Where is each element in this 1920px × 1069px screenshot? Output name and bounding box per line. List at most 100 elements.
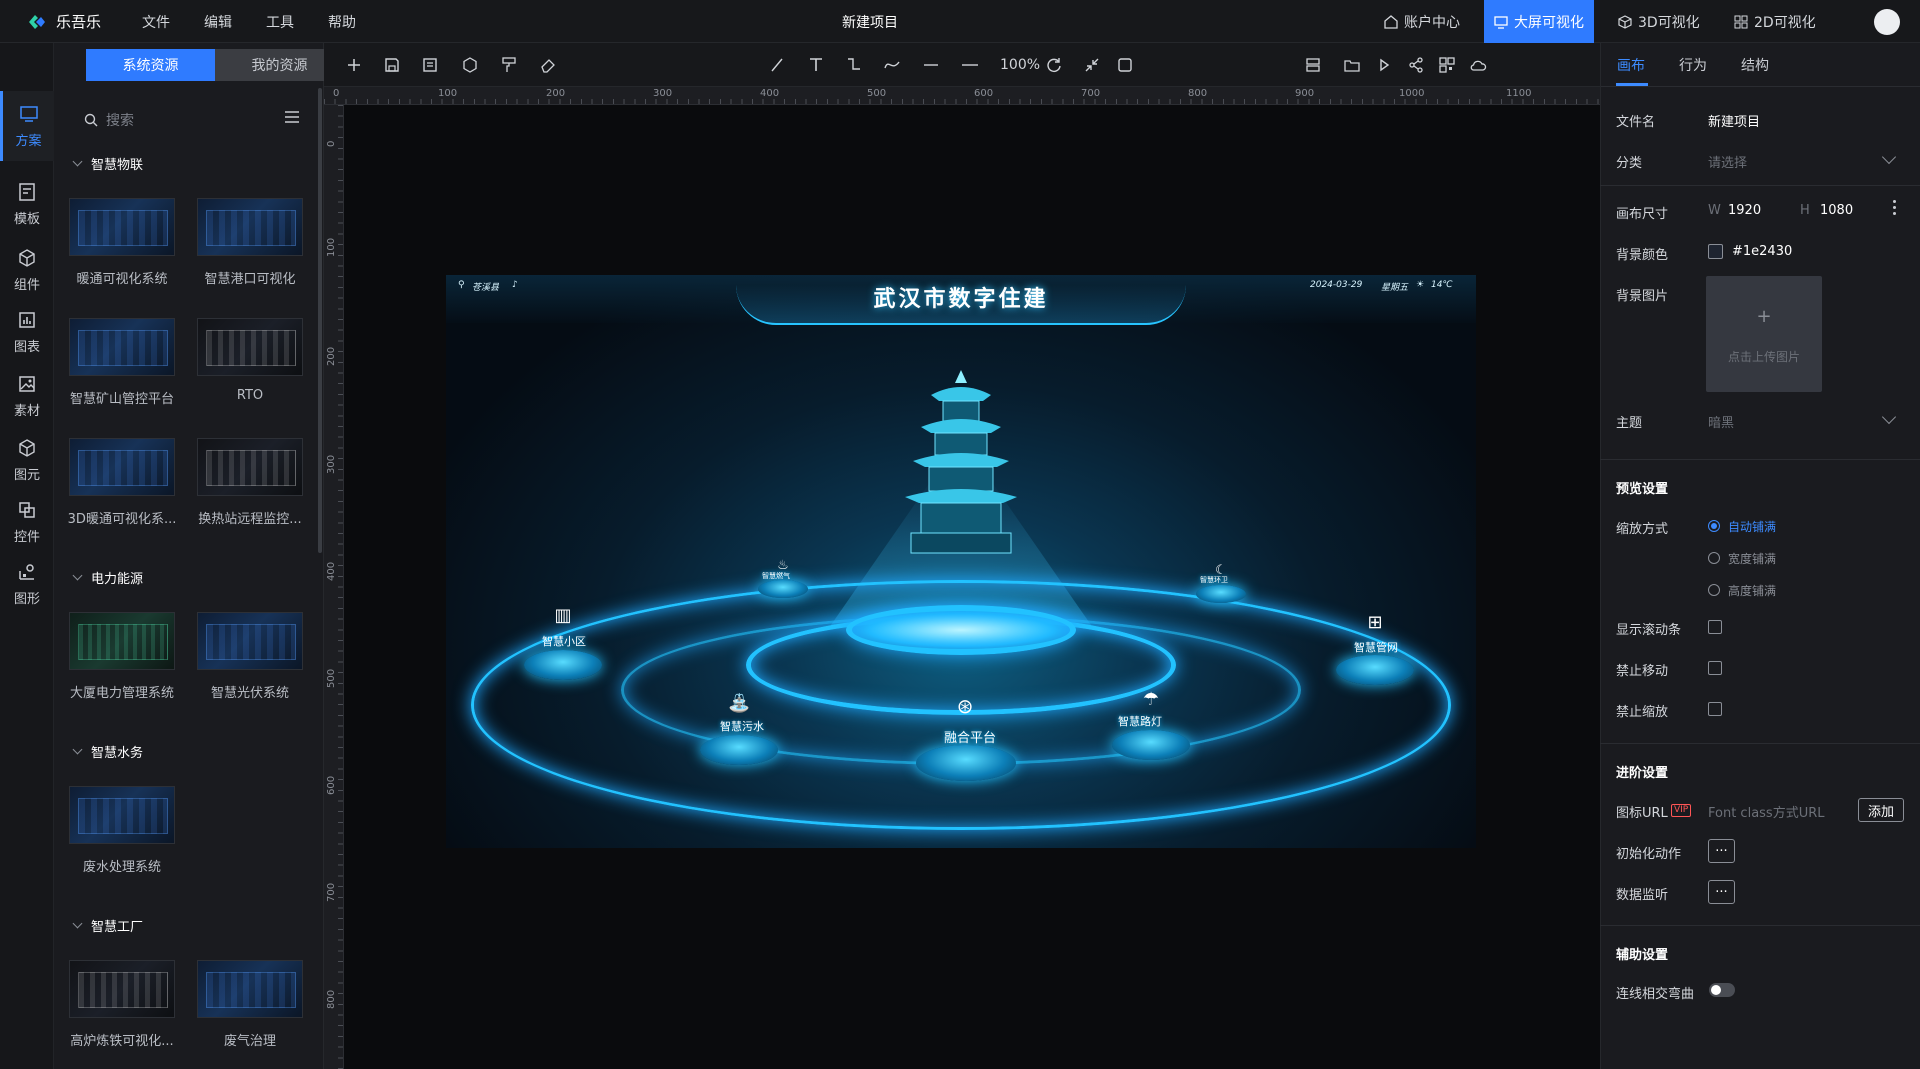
- fit-button[interactable]: [1082, 55, 1102, 75]
- group-header-iot[interactable]: 智慧物联: [72, 154, 143, 173]
- node-smart-sewage[interactable]: [700, 735, 778, 765]
- template-thumb-blast-furnace[interactable]: [69, 960, 175, 1018]
- template-thumb-exhaust-gas[interactable]: [197, 960, 303, 1018]
- qrcode-button[interactable]: [1437, 55, 1457, 75]
- resource-search[interactable]: 搜索: [84, 110, 134, 130]
- rail-item-shape[interactable]: 图形: [0, 549, 54, 619]
- tab-behavior[interactable]: 行为: [1679, 55, 1707, 75]
- divider: [1600, 459, 1920, 460]
- template-thumb-wastewater[interactable]: [69, 786, 175, 844]
- show-scrollbar-checkbox[interactable]: [1708, 620, 1722, 634]
- template-thumb-hvac[interactable]: [69, 198, 175, 256]
- eraser-button[interactable]: [538, 55, 558, 75]
- radio-width-fill[interactable]: [1708, 552, 1720, 564]
- curve-tool-button[interactable]: [882, 55, 902, 75]
- file-button[interactable]: [420, 55, 440, 75]
- rail-label-template: 模板: [13, 211, 40, 227]
- properties-tabs: 画布 行为 结构: [1601, 43, 1920, 87]
- pipe-icon: ⊞: [1367, 612, 1383, 633]
- bg-image-upload[interactable]: + 点击上传图片: [1706, 276, 1822, 392]
- node-smart-pipe-network[interactable]: [1336, 655, 1414, 685]
- format-painter-button[interactable]: [499, 55, 519, 75]
- tab-system-resources[interactable]: 系统资源: [86, 49, 215, 81]
- template-thumb-port[interactable]: [197, 198, 303, 256]
- radio-auto-fill[interactable]: [1708, 520, 1720, 532]
- share-button[interactable]: [1406, 55, 1426, 75]
- category-select[interactable]: 请选择: [1708, 152, 1747, 171]
- init-action-button[interactable]: ···: [1708, 839, 1735, 863]
- group-header-energy[interactable]: 电力能源: [72, 568, 143, 587]
- canvas-height-input[interactable]: 1080: [1820, 203, 1853, 218]
- more-vertical-icon[interactable]: [1893, 200, 1897, 216]
- rail-item-component[interactable]: 组件: [0, 235, 54, 305]
- template-thumb-rto[interactable]: [197, 318, 303, 376]
- dashboard-preview[interactable]: 武汉市数字住建 ⚲ 苍溪县 ♪ 2024-03-29 星期五 ☀ 14℃ ▥ 智…: [446, 275, 1476, 848]
- rail-item-template[interactable]: 模板: [0, 169, 54, 239]
- text-tool-button[interactable]: [806, 55, 826, 75]
- bg-color-value[interactable]: #1e2430: [1732, 244, 1792, 259]
- template-thumb-3d-hvac[interactable]: [69, 438, 175, 496]
- node-smart-gas[interactable]: [758, 580, 808, 598]
- canvas-width-input[interactable]: 1920: [1728, 203, 1761, 218]
- disable-zoom-checkbox[interactable]: [1708, 702, 1722, 716]
- template-thumb-building-power[interactable]: [69, 612, 175, 670]
- file-name-field[interactable]: 新建项目: [1708, 111, 1760, 130]
- tab-structure[interactable]: 结构: [1741, 55, 1769, 75]
- logo[interactable]: 乐吾乐: [26, 0, 101, 43]
- format-painter-icon: [502, 57, 516, 72]
- big-screen-link[interactable]: 大屏可视化: [1484, 0, 1594, 43]
- radio-height-fill[interactable]: [1708, 584, 1720, 596]
- line-style-dash-button[interactable]: [960, 55, 980, 75]
- menu-help[interactable]: 帮助: [328, 12, 356, 32]
- layers-button[interactable]: [1303, 55, 1323, 75]
- line-tool-button[interactable]: [767, 55, 787, 75]
- line-cross-toggle[interactable]: [1709, 983, 1735, 997]
- add-button[interactable]: [344, 55, 364, 75]
- template-thumb-heat-station[interactable]: [197, 438, 303, 496]
- rail-item-chart[interactable]: 图表: [0, 297, 54, 367]
- template-thumb-mine[interactable]: [69, 318, 175, 376]
- document-title[interactable]: 新建项目: [842, 12, 898, 32]
- refresh-button[interactable]: [1044, 55, 1064, 75]
- node-fusion-platform[interactable]: [916, 745, 1016, 781]
- template-thumb-pv[interactable]: [197, 612, 303, 670]
- play-button[interactable]: [1374, 55, 1394, 75]
- 2d-visual-link[interactable]: 2D可视化: [1734, 0, 1816, 43]
- rail-item-widget[interactable]: 控件: [0, 487, 54, 557]
- add-icon-url-button[interactable]: 添加: [1858, 798, 1904, 822]
- cloud-button[interactable]: [1468, 55, 1488, 75]
- polyline-tool-button[interactable]: [844, 55, 864, 75]
- node-smart-community[interactable]: [524, 650, 602, 680]
- list-view-icon[interactable]: [284, 110, 300, 124]
- icon-url-input[interactable]: Font class方式URL: [1708, 802, 1825, 821]
- canvas-work-area[interactable]: 武汉市数字住建 ⚲ 苍溪县 ♪ 2024-03-29 星期五 ☀ 14℃ ▥ 智…: [344, 105, 1600, 1069]
- rail-item-scheme[interactable]: 方案: [0, 91, 54, 161]
- folder-button[interactable]: [1342, 55, 1362, 75]
- bg-color-swatch[interactable]: [1708, 244, 1723, 259]
- node-smart-streetlight[interactable]: [1112, 730, 1190, 760]
- 3d-visual-link[interactable]: 3D可视化: [1618, 0, 1700, 43]
- rail-item-primitive[interactable]: 图元: [0, 425, 54, 495]
- ruler-h-label: 500: [867, 88, 887, 99]
- line-style-solid-button[interactable]: [921, 55, 941, 75]
- shape-button[interactable]: [460, 55, 480, 75]
- rail-item-material[interactable]: 素材: [0, 361, 54, 431]
- account-center-link[interactable]: 账户中心: [1384, 0, 1460, 43]
- shape-icon: [463, 57, 477, 73]
- save-button[interactable]: [382, 55, 402, 75]
- frame-button[interactable]: [1115, 55, 1135, 75]
- group-header-water[interactable]: 智慧水务: [72, 742, 143, 761]
- menu-tools[interactable]: 工具: [266, 12, 294, 32]
- tab-canvas[interactable]: 画布: [1617, 55, 1645, 75]
- zoom-level[interactable]: 100%: [1000, 57, 1040, 73]
- disable-move-checkbox[interactable]: [1708, 661, 1722, 675]
- menu-edit[interactable]: 编辑: [204, 12, 232, 32]
- node-smart-sanitation[interactable]: [1196, 585, 1246, 603]
- avatar[interactable]: [1874, 9, 1900, 35]
- center-platform: [846, 605, 1076, 655]
- menu-file[interactable]: 文件: [142, 12, 170, 32]
- data-monitor-button[interactable]: ···: [1708, 880, 1735, 904]
- resource-scrollbar[interactable]: [318, 88, 322, 553]
- theme-select[interactable]: 暗黑: [1708, 412, 1734, 431]
- group-header-factory[interactable]: 智慧工厂: [72, 916, 143, 935]
